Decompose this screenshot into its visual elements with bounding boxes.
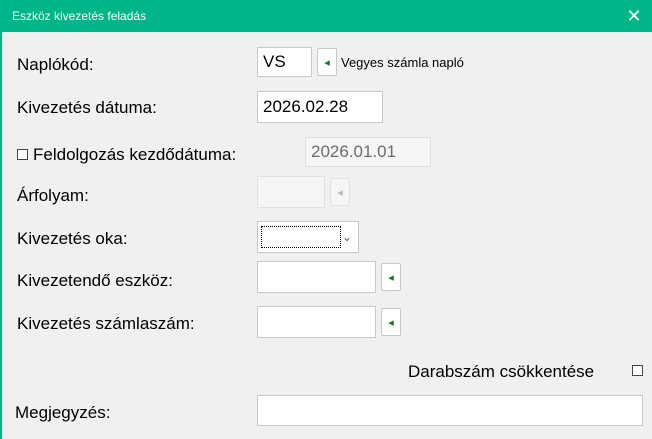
- close-icon: ✕: [626, 5, 642, 26]
- darabszam-checkbox[interactable]: [632, 365, 643, 376]
- window-title: Eszköz kivezetés feladás: [12, 9, 147, 23]
- chevron-down-icon: ⌄: [341, 230, 352, 244]
- megjegyzes-label: Megjegyzés:: [15, 403, 111, 422]
- feldolgozas-checkbox[interactable]: [17, 149, 28, 160]
- kivezetes-datum-input[interactable]: 2026.02.28: [257, 91, 383, 123]
- arrow-left-icon: ◂: [324, 56, 330, 69]
- arfolyam-label: Árfolyam:: [17, 186, 89, 205]
- arfolyam-lookup-button[interactable]: ◂: [330, 178, 350, 206]
- kivezetendo-eszkoz-input[interactable]: [257, 261, 376, 293]
- window-left-border: [0, 32, 2, 439]
- szamlaszam-label: Kivezetés számlaszám:: [17, 314, 195, 333]
- arrow-left-icon: ◂: [388, 271, 394, 284]
- kivezetes-oka-value: [261, 226, 341, 248]
- naplo-description: Vegyes számla napló: [341, 55, 464, 70]
- naplo-lookup-button[interactable]: ◂: [317, 48, 337, 76]
- darabszam-label: Darabszám csökkentése: [408, 362, 595, 381]
- szamlaszam-lookup-button[interactable]: ◂: [381, 308, 401, 336]
- arfolyam-input[interactable]: [257, 176, 325, 208]
- arrow-left-icon: ◂: [388, 316, 394, 329]
- feldolgozas-date-input[interactable]: 2026.01.01: [305, 137, 431, 167]
- kivezetendo-eszkoz-label: Kivezetendő eszköz:: [17, 271, 173, 290]
- arrow-left-icon: ◂: [337, 186, 343, 199]
- title-bar: Eszköz kivezetés feladás ✕: [0, 0, 652, 32]
- naplo-input[interactable]: VS: [257, 47, 312, 77]
- megjegyzes-input[interactable]: [257, 395, 643, 426]
- naplo-label: Naplókód:: [17, 55, 94, 74]
- kivezetes-datum-label: Kivezetés dátuma:: [17, 98, 157, 117]
- close-button[interactable]: ✕: [616, 0, 652, 32]
- kivezetes-oka-label: Kivezetés oka:: [17, 229, 128, 248]
- kivezetendo-eszkoz-lookup-button[interactable]: ◂: [381, 263, 401, 291]
- feldolgozas-label: Feldolgozás kezdődátuma:: [33, 145, 237, 164]
- szamlaszam-input[interactable]: [257, 306, 376, 338]
- kivezetes-oka-select[interactable]: ⌄: [257, 221, 359, 253]
